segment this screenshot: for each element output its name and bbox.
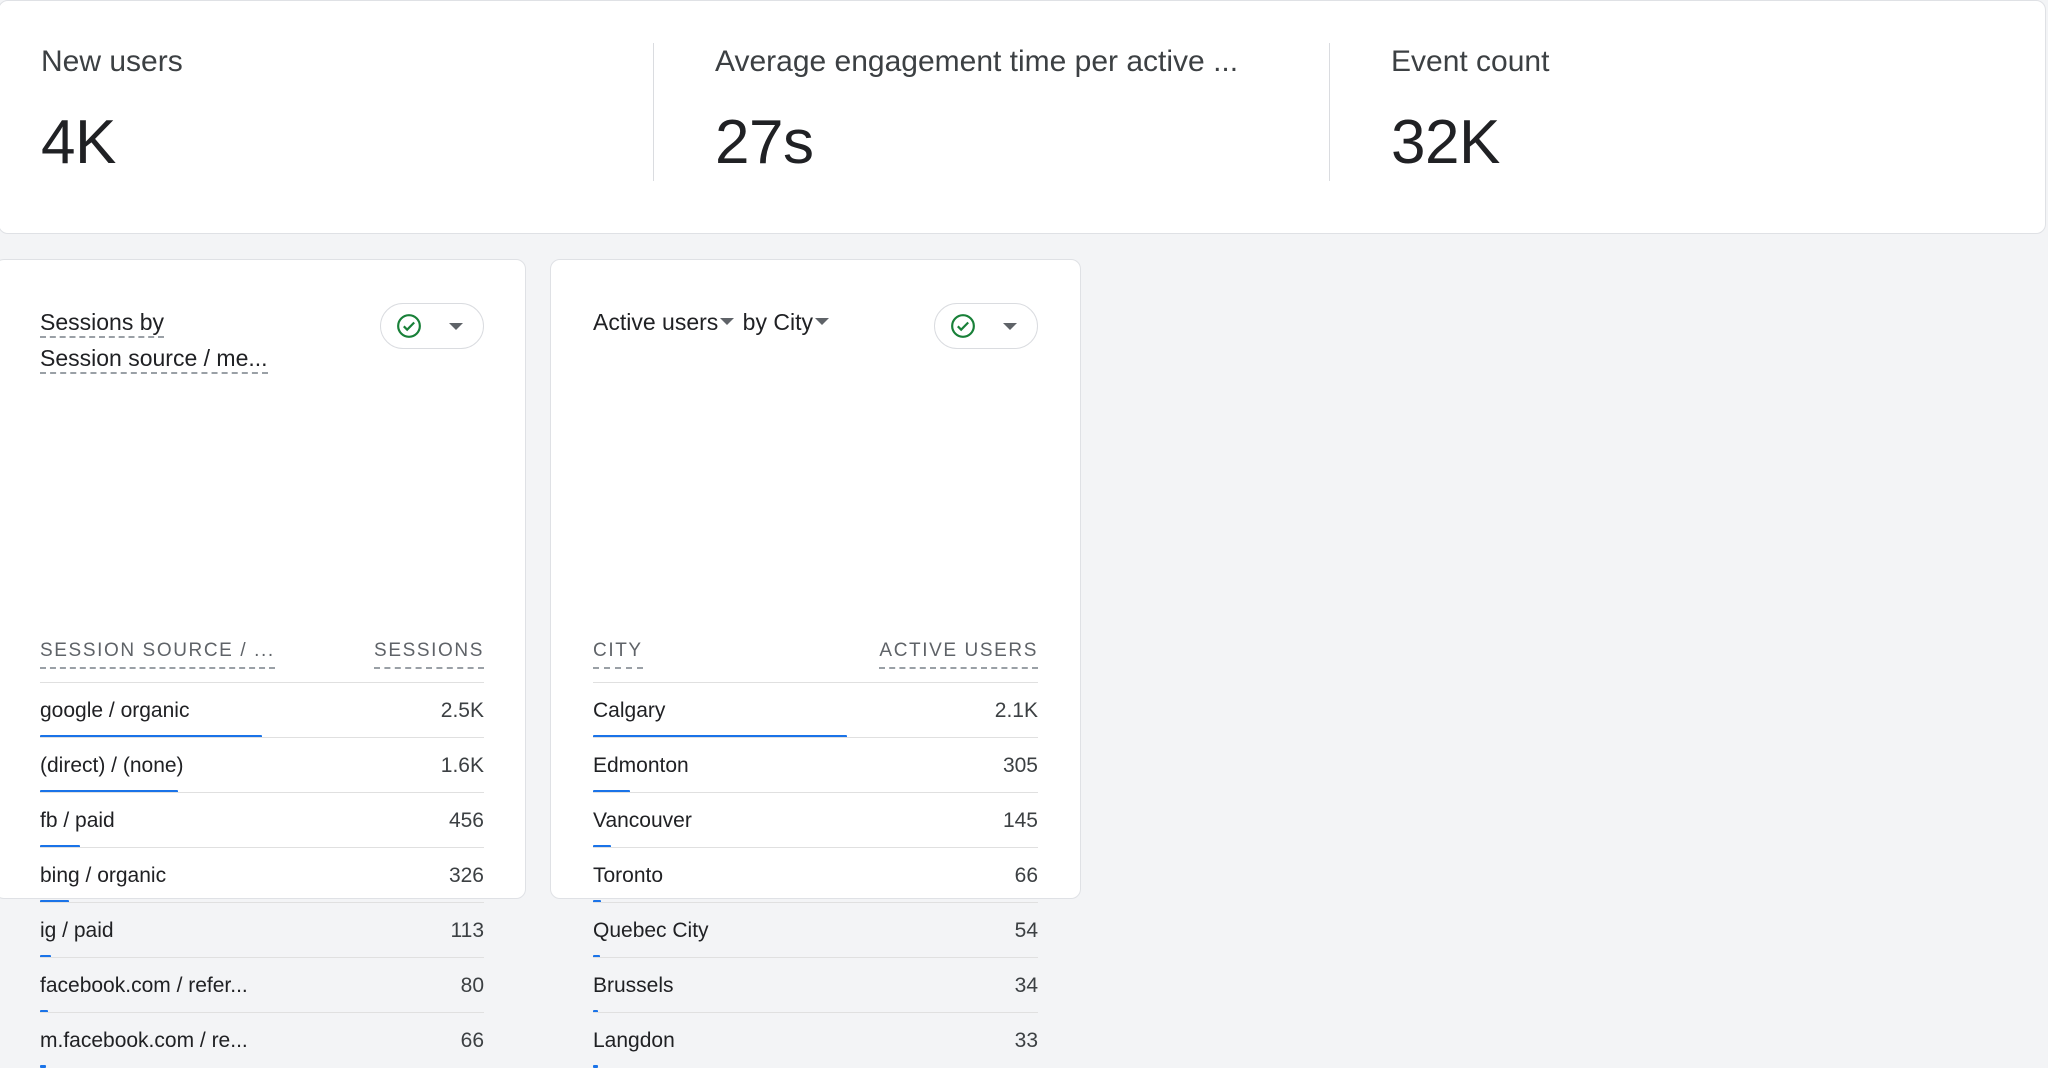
row-label: Brussels [593,974,674,997]
row-value: 66 [1014,864,1038,887]
active-users-by-city-card: Active users by City CITY ACTIVE USERS C… [550,259,1081,1068]
table-row[interactable]: facebook.com / refer... 80 [40,957,484,1013]
card-title[interactable]: Sessions by Session source / me... [40,304,268,376]
metric-divider [653,43,654,181]
table-row[interactable]: Edmonton 305 [593,737,1038,793]
table-row[interactable]: Brussels 34 [593,957,1038,1013]
metric-label: New users [41,45,183,78]
arrow-drop-down-icon[interactable] [814,318,829,326]
row-value: 66 [460,1029,484,1052]
row-value: 456 [448,809,484,832]
arrow-drop-down-icon [1003,323,1017,330]
row-label: facebook.com / refer... [40,974,248,997]
row-label: m.facebook.com / re... [40,1029,248,1052]
title-dimension[interactable]: Session source / me... [40,345,268,374]
row-label: Edmonton [593,754,689,777]
title-metric[interactable]: Active users [593,309,718,335]
column-header-sessions[interactable]: SESSIONS [374,640,484,669]
row-label: bing / organic [40,864,167,887]
metric-divider [1329,43,1330,181]
row-label: Calgary [593,699,666,722]
table-row[interactable]: Quebec City 54 [593,902,1038,958]
table-row[interactable]: m.facebook.com / re... 66 [40,1012,484,1068]
row-value: 54 [1014,919,1038,942]
sessions-table: google / organic 2.5K (direct) / (none) 1.6… [40,682,484,1068]
row-value: 145 [1002,809,1038,832]
column-header-city[interactable]: CITY [593,640,643,669]
row-value: 80 [460,974,484,997]
metric-value: 4K [41,108,116,177]
table-row[interactable]: Langdon 33 [593,1012,1038,1068]
table-row[interactable]: fb / paid 456 [40,792,484,848]
card-status-menu-button[interactable] [380,303,484,349]
metric-label: Average engagement time per active ... [715,45,1239,78]
metric-value: 27s [715,108,814,177]
arrow-drop-down-icon[interactable] [720,318,735,326]
column-header-source[interactable]: SESSION SOURCE / ... [40,640,275,669]
metric-label: Event count [1391,45,1550,78]
metric-value: 32K [1391,108,1500,177]
table-row[interactable]: Toronto 66 [593,847,1038,903]
row-value: 2.1K [994,699,1038,722]
metrics-summary-card: New users 4K Average engagement time per… [0,0,2046,234]
table-row[interactable]: Vancouver 145 [593,792,1038,848]
table-row[interactable]: ig / paid 113 [40,902,484,958]
row-label: google / organic [40,699,190,722]
sessions-by-source-card: Sessions by Session source / me... SESSI… [0,259,526,1068]
check-circle-icon [951,314,975,338]
row-value: 113 [450,919,484,942]
row-value: 305 [1002,754,1038,777]
table-row[interactable]: (direct) / (none) 1.6K [40,737,484,793]
row-value: 326 [448,864,484,887]
row-label: (direct) / (none) [40,754,184,777]
city-table: Calgary 2.1K Edmonton 305 Vancouver 145 Toront… [593,682,1038,1068]
row-label: fb / paid [40,809,115,832]
card-title: Active users by City [593,304,831,340]
row-value: 2.5K [440,699,484,722]
row-label: Vancouver [593,809,692,832]
row-label: Langdon [593,1029,675,1052]
row-value: 33 [1014,1029,1038,1052]
row-label: Toronto [593,864,664,887]
row-value: 1.6K [440,754,484,777]
row-label: ig / paid [40,919,114,942]
check-circle-icon [397,314,421,338]
title-dimension[interactable]: City [773,309,813,335]
table-row[interactable]: google / organic 2.5K [40,682,484,738]
row-value: 34 [1014,974,1038,997]
table-row[interactable]: bing / organic 326 [40,847,484,903]
title-metric[interactable]: Sessions by [40,309,165,338]
row-label: Quebec City [593,919,709,942]
column-header-active-users[interactable]: ACTIVE USERS [879,640,1038,669]
title-by: by [742,309,767,335]
arrow-drop-down-icon [449,323,463,330]
card-status-menu-button[interactable] [934,303,1038,349]
table-row[interactable]: Calgary 2.1K [593,682,1038,738]
